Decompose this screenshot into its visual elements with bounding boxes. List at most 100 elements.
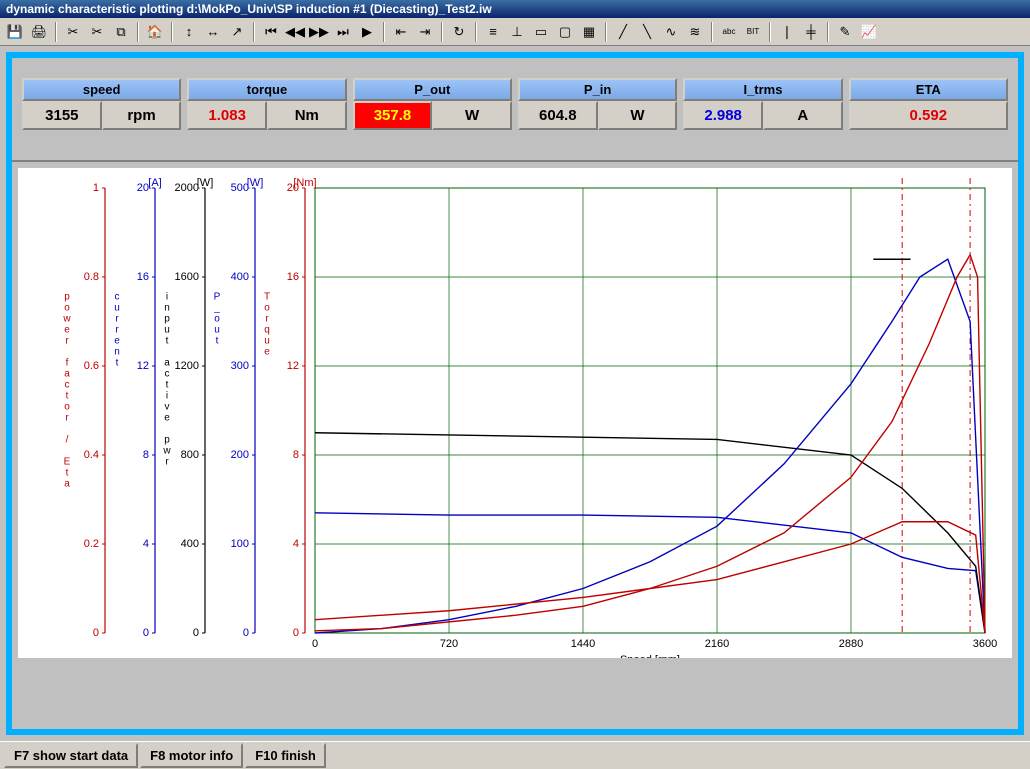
cut-icon[interactable]: ✂ bbox=[62, 21, 84, 43]
svg-text:a: a bbox=[64, 478, 70, 489]
svg-text:500: 500 bbox=[231, 182, 249, 194]
save-icon[interactable]: 💾 bbox=[4, 21, 26, 43]
svg-text:u: u bbox=[114, 302, 120, 313]
metric-p-out: P_out357.8W bbox=[353, 78, 512, 130]
svg-text:12: 12 bbox=[287, 360, 299, 372]
svg-text:o: o bbox=[64, 302, 70, 313]
axis-icon[interactable]: ⊥ bbox=[506, 21, 528, 43]
svg-text:12: 12 bbox=[137, 360, 149, 372]
svg-text:0.6: 0.6 bbox=[84, 360, 99, 372]
svg-text:0.2: 0.2 bbox=[84, 538, 99, 550]
last-icon[interactable]: ⏭ bbox=[332, 21, 354, 43]
svg-text:t: t bbox=[116, 357, 119, 368]
chart-area: 07201440216028803600Speed [rpm]00.20.40.… bbox=[18, 168, 1012, 658]
content: speed3155rpmtorque1.083NmP_out357.8WP_in… bbox=[0, 46, 1030, 741]
svg-text:720: 720 bbox=[440, 638, 458, 650]
svg-text:8: 8 bbox=[143, 449, 149, 461]
svg-text:[W]: [W] bbox=[197, 177, 214, 189]
svg-text:0: 0 bbox=[93, 627, 99, 639]
tool-c-icon[interactable]: 📈 bbox=[858, 21, 880, 43]
svg-text:c: c bbox=[115, 291, 120, 302]
bitmap-icon[interactable]: BIT bbox=[742, 21, 764, 43]
step-fwd-icon[interactable]: ⇥ bbox=[414, 21, 436, 43]
svg-text:16: 16 bbox=[287, 271, 299, 283]
flag-icon[interactable]: ❘ bbox=[776, 21, 798, 43]
tool-b-icon[interactable]: ✎ bbox=[834, 21, 856, 43]
metric-header: P_out bbox=[353, 78, 512, 101]
home-icon[interactable]: 🏠 bbox=[144, 21, 166, 43]
svg-text:p: p bbox=[164, 434, 170, 445]
svg-text:8: 8 bbox=[293, 449, 299, 461]
line2-icon[interactable]: ╲ bbox=[636, 21, 658, 43]
metric-header: torque bbox=[187, 78, 346, 101]
svg-text:2000: 2000 bbox=[175, 182, 199, 194]
svg-text:w: w bbox=[162, 445, 171, 456]
metric-value: 357.8 bbox=[353, 101, 433, 130]
svg-text:100: 100 bbox=[231, 538, 249, 550]
svg-text:t: t bbox=[166, 379, 169, 390]
zoom-reset-icon[interactable]: ↔ bbox=[202, 21, 224, 43]
scissors-icon[interactable]: ✂ bbox=[86, 21, 108, 43]
prev-icon[interactable]: ◀◀ bbox=[284, 21, 306, 43]
svg-text:e: e bbox=[264, 346, 270, 357]
abc-icon[interactable]: abc bbox=[718, 21, 740, 43]
svg-text:E: E bbox=[64, 456, 71, 467]
metric-value: 1.083 bbox=[187, 101, 267, 130]
f7-show-start-data[interactable]: F7 show start data bbox=[4, 743, 138, 768]
svg-text:400: 400 bbox=[181, 538, 199, 550]
svg-text:o: o bbox=[214, 313, 220, 324]
svg-text:20: 20 bbox=[287, 182, 299, 194]
print-icon[interactable]: 🖨 bbox=[28, 21, 50, 43]
svg-text:16: 16 bbox=[137, 271, 149, 283]
line3-icon[interactable]: ∿ bbox=[660, 21, 682, 43]
bars-icon[interactable]: ≡ bbox=[482, 21, 504, 43]
svg-text:0: 0 bbox=[143, 627, 149, 639]
copy-icon[interactable]: ⧉ bbox=[110, 21, 132, 43]
svg-text:e: e bbox=[114, 335, 120, 346]
svg-text:[A]: [A] bbox=[148, 177, 161, 189]
zoom-y-icon[interactable]: ↕ bbox=[178, 21, 200, 43]
metric-value: 2.988 bbox=[683, 101, 763, 130]
svg-text:/: / bbox=[66, 434, 69, 445]
border-icon[interactable]: ▭ bbox=[530, 21, 552, 43]
metric-value: 604.8 bbox=[518, 101, 598, 130]
metric-eta: ETA0.592 bbox=[849, 78, 1008, 130]
frame-icon[interactable]: ▢ bbox=[554, 21, 576, 43]
play-icon[interactable]: ▶ bbox=[356, 21, 378, 43]
svg-text:e: e bbox=[64, 324, 70, 335]
metric-unit: A bbox=[763, 101, 843, 130]
refresh-icon[interactable]: ↻ bbox=[448, 21, 470, 43]
svg-text:f: f bbox=[66, 357, 69, 368]
svg-text:t: t bbox=[66, 390, 69, 401]
line4-icon[interactable]: ≋ bbox=[684, 21, 706, 43]
svg-text:p: p bbox=[164, 313, 170, 324]
next-icon[interactable]: ▶▶ bbox=[308, 21, 330, 43]
chart-panel: 07201440216028803600Speed [rpm]00.20.40.… bbox=[12, 162, 1018, 664]
svg-text:T: T bbox=[264, 291, 270, 302]
svg-text:v: v bbox=[165, 401, 170, 412]
metric-unit: Nm bbox=[267, 101, 347, 130]
step-back-icon[interactable]: ⇤ bbox=[390, 21, 412, 43]
svg-text:o: o bbox=[64, 401, 70, 412]
svg-text:n: n bbox=[114, 346, 120, 357]
first-icon[interactable]: ⏮ bbox=[260, 21, 282, 43]
svg-text:p: p bbox=[64, 291, 70, 302]
svg-text:200: 200 bbox=[231, 449, 249, 461]
svg-text:a: a bbox=[164, 357, 170, 368]
svg-text:r: r bbox=[115, 324, 119, 335]
svg-text:[W]: [W] bbox=[247, 177, 264, 189]
metric-header: ETA bbox=[849, 78, 1008, 101]
tool-a-icon[interactable]: ↗ bbox=[226, 21, 248, 43]
statusbar: F7 show start dataF8 motor infoF10 finis… bbox=[0, 741, 1030, 769]
svg-text:r: r bbox=[165, 456, 169, 467]
f8-motor-info[interactable]: F8 motor info bbox=[140, 743, 243, 768]
main-frame: speed3155rpmtorque1.083NmP_out357.8WP_in… bbox=[6, 52, 1024, 735]
f10-finish[interactable]: F10 finish bbox=[245, 743, 326, 768]
window-titlebar: dynamic characteristic plotting d:\MokPo… bbox=[0, 0, 1030, 18]
line1-icon[interactable]: ╱ bbox=[612, 21, 634, 43]
svg-text:r: r bbox=[65, 335, 69, 346]
svg-text:0: 0 bbox=[312, 638, 318, 650]
toolbar: 💾🖨✂✂⧉🏠↕↔↗⏮◀◀▶▶⏭▶⇤⇥↻≡⊥▭▢▦╱╲∿≋abcBIT❘╪✎📈 bbox=[0, 18, 1030, 46]
flag2-icon[interactable]: ╪ bbox=[800, 21, 822, 43]
grid-icon[interactable]: ▦ bbox=[578, 21, 600, 43]
